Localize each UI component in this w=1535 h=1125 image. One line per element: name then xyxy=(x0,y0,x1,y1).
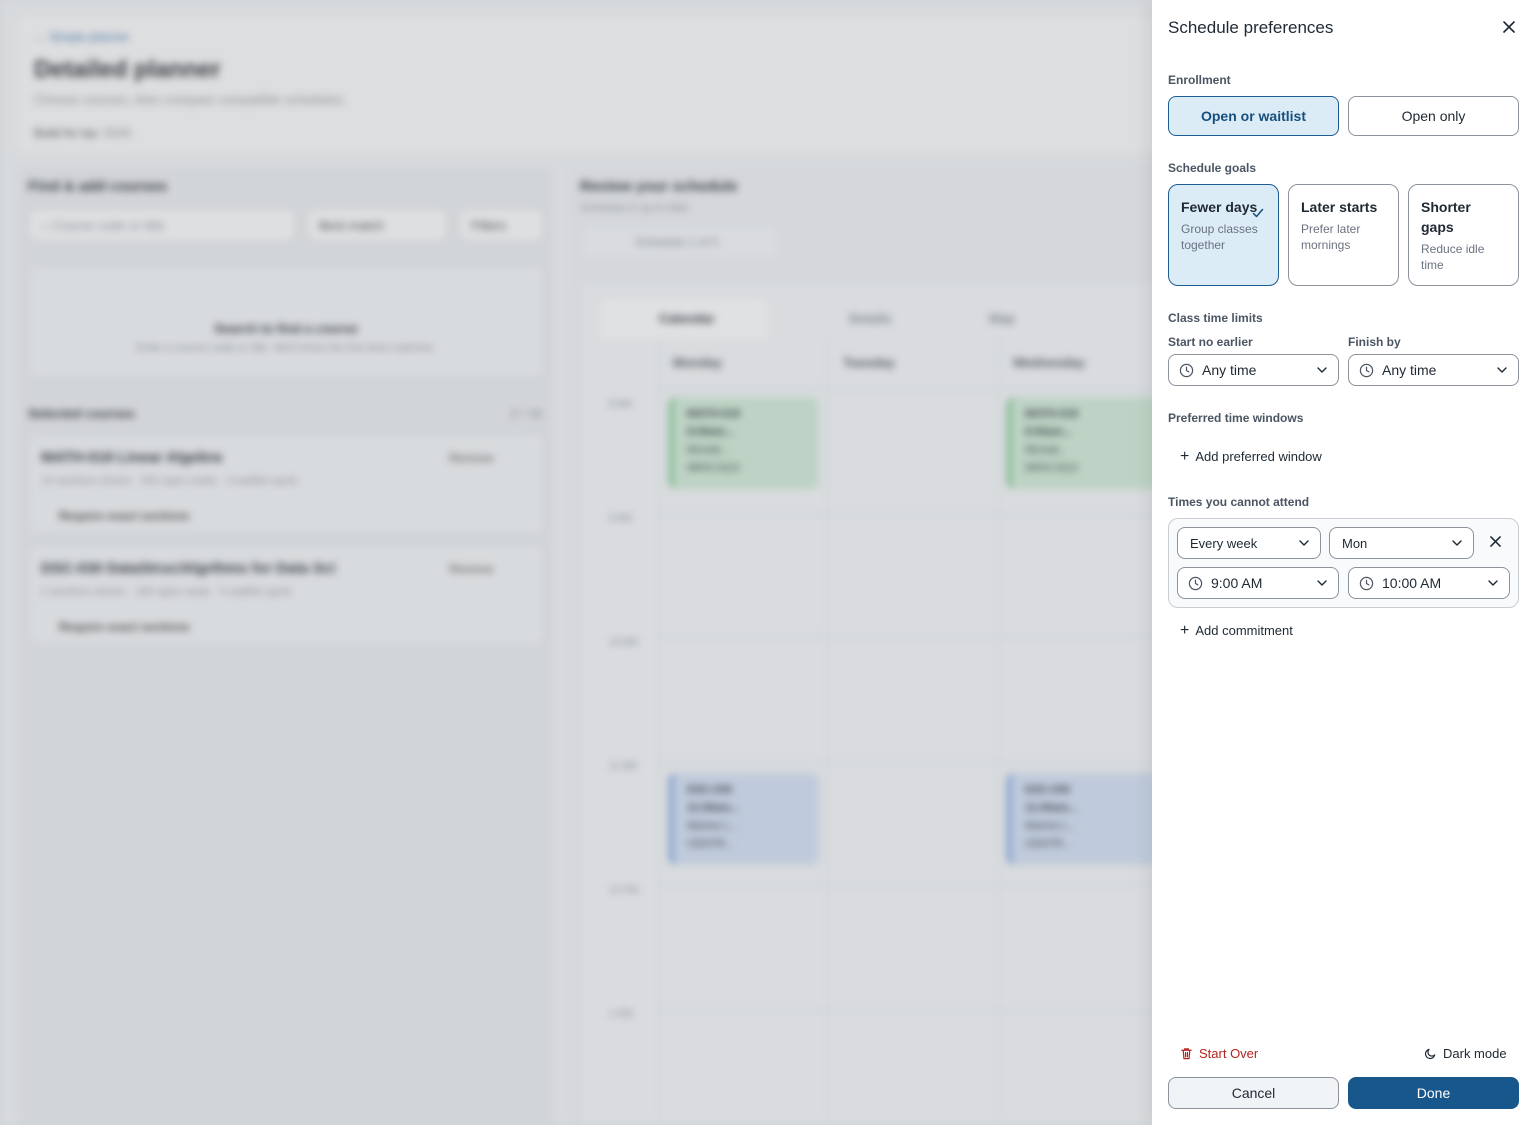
select-value: Every week xyxy=(1190,535,1258,551)
finish-by-select[interactable]: Any time xyxy=(1348,354,1519,386)
goal-description: Group classes together xyxy=(1181,222,1258,252)
clock-icon xyxy=(1188,576,1203,590)
start-no-earlier-select[interactable]: Any time xyxy=(1168,354,1339,386)
plus-icon: + xyxy=(1180,448,1190,465)
goal-shorter-gaps[interactable]: Shorter gaps Reduce idle time xyxy=(1408,184,1519,286)
clock-icon xyxy=(1359,363,1374,377)
goal-description: Reduce idle time xyxy=(1421,242,1485,272)
moon-icon xyxy=(1424,1048,1436,1060)
plus-icon: + xyxy=(1180,622,1190,639)
add-preferred-window-label: Add preferred window xyxy=(1195,449,1322,464)
schedule-preferences-panel: Schedule preferences Enrollment Open or … xyxy=(1152,0,1535,1125)
frequency-select[interactable]: Every week xyxy=(1177,527,1321,559)
goal-description: Prefer later mornings xyxy=(1301,222,1361,252)
select-value: Mon xyxy=(1342,535,1368,551)
class-time-limits-label: Class time limits xyxy=(1168,311,1263,325)
chevron-down-icon xyxy=(1488,580,1498,586)
commitment-end-select[interactable]: 10:00 AM xyxy=(1348,567,1510,599)
goal-title: Shorter gaps xyxy=(1421,199,1471,235)
cancel-button[interactable]: Cancel xyxy=(1168,1077,1339,1109)
select-value: 10:00 AM xyxy=(1382,575,1442,591)
start-over-label: Start Over xyxy=(1199,1046,1259,1061)
enrollment-label: Enrollment xyxy=(1168,73,1231,87)
goal-later-starts[interactable]: Later starts Prefer later mornings xyxy=(1288,184,1399,286)
chevron-down-icon xyxy=(1497,367,1507,373)
select-value: Any time xyxy=(1382,362,1437,378)
goal-fewer-days[interactable]: Fewer days Group classes together xyxy=(1168,184,1279,286)
close-icon xyxy=(1489,536,1501,547)
chevron-down-icon xyxy=(1299,540,1309,546)
add-commitment-label: Add commitment xyxy=(1195,623,1293,638)
dark-mode-toggle[interactable]: Dark mode xyxy=(1424,1046,1507,1061)
add-preferred-window-button[interactable]: + Add preferred window xyxy=(1180,448,1322,465)
select-value: 9:00 AM xyxy=(1211,575,1263,591)
commitment-start-select[interactable]: 9:00 AM xyxy=(1177,567,1339,599)
dark-mode-label: Dark mode xyxy=(1443,1046,1507,1061)
schedule-goals-label: Schedule goals xyxy=(1168,161,1257,175)
clock-icon xyxy=(1179,363,1194,377)
enrollment-open-only[interactable]: Open only xyxy=(1348,96,1519,136)
close-icon xyxy=(1503,21,1515,33)
trash-icon xyxy=(1181,1048,1192,1060)
chevron-down-icon xyxy=(1317,580,1327,586)
check-icon xyxy=(1252,208,1264,218)
select-value: Any time xyxy=(1202,362,1257,378)
cannot-attend-label: Times you cannot attend xyxy=(1168,495,1310,509)
start-no-earlier-label: Start no earlier xyxy=(1168,335,1253,349)
preferred-windows-label: Preferred time windows xyxy=(1168,411,1304,425)
day-select[interactable]: Mon xyxy=(1329,527,1474,559)
chevron-down-icon xyxy=(1452,540,1462,546)
clock-icon xyxy=(1359,576,1374,590)
enrollment-open-or-waitlist[interactable]: Open or waitlist xyxy=(1168,96,1339,136)
finish-by-label: Finish by xyxy=(1348,335,1401,349)
remove-commitment-button[interactable] xyxy=(1484,531,1506,553)
panel-title: Schedule preferences xyxy=(1168,18,1334,37)
done-button[interactable]: Done xyxy=(1348,1077,1519,1109)
goal-title: Later starts xyxy=(1301,199,1378,215)
add-commitment-button[interactable]: + Add commitment xyxy=(1180,622,1293,639)
close-button[interactable] xyxy=(1498,16,1520,38)
goal-title: Fewer days xyxy=(1181,199,1258,215)
start-over-button[interactable]: Start Over xyxy=(1180,1046,1258,1061)
chevron-down-icon xyxy=(1317,367,1327,373)
